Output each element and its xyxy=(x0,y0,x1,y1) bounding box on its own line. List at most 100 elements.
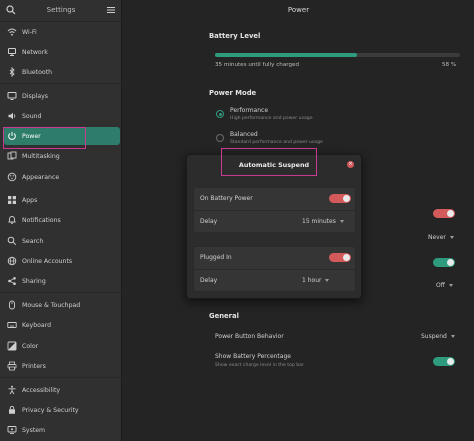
sidebar-item-sound[interactable]: Sound xyxy=(4,107,120,125)
off-value: Off xyxy=(436,282,445,289)
general-title: General xyxy=(209,312,239,320)
suspend-toggle-background[interactable] xyxy=(433,209,455,218)
sidebar-item-label: Network xyxy=(22,48,48,56)
battery-level-fill xyxy=(215,53,358,57)
sidebar-item-label: Sound xyxy=(22,112,42,120)
sidebar-item-privacy-security[interactable]: Privacy & Security xyxy=(4,401,120,419)
performance-subtitle: High performance and power usage xyxy=(230,116,313,121)
sidebar-item-mouse-touchpad[interactable]: Mouse & Touchpad xyxy=(4,296,120,314)
network-icon xyxy=(8,48,16,56)
plugged-in-toggle[interactable] xyxy=(329,253,351,262)
sidebar-item-label: Printers xyxy=(22,362,46,370)
never-dropdown[interactable]: Never xyxy=(428,234,454,241)
search-icon xyxy=(7,236,17,246)
sidebar-item-label: System xyxy=(22,426,46,434)
sidebar-item-color[interactable]: Color xyxy=(4,337,120,355)
battery-delay-label: Delay xyxy=(200,218,218,225)
sidebar-item-label: Accessibility xyxy=(22,386,61,394)
sidebar-item-search[interactable]: Search xyxy=(4,232,120,250)
sidebar-item-label: Bluetooth xyxy=(22,68,53,76)
sidebar-item-online-accounts[interactable]: Online Accounts xyxy=(4,252,120,270)
chevron-down-icon xyxy=(325,279,330,282)
printer-icon xyxy=(7,361,17,371)
card-divider xyxy=(194,210,355,211)
accessibility-icon xyxy=(8,385,16,395)
online-accounts-icon xyxy=(7,256,17,266)
dialog-title-highlight xyxy=(221,148,317,176)
notifications-icon xyxy=(8,216,16,225)
sidebar-item-bluetooth[interactable]: Bluetooth xyxy=(4,63,120,81)
sidebar-item-accessibility[interactable]: Accessibility xyxy=(4,381,120,399)
radio-selected-dot xyxy=(219,113,222,116)
battery-percent-text: 58 % xyxy=(442,62,457,68)
plugged-in-label: Plugged In xyxy=(200,254,232,261)
background-toggle-green[interactable] xyxy=(433,258,455,267)
sidebar-item-wifi[interactable]: Wi-Fi xyxy=(4,23,120,41)
sidebar-item-multitasking[interactable]: Multitasking xyxy=(4,147,120,165)
hamburger-menu-icon[interactable] xyxy=(106,5,116,15)
sidebar-item-label: Displays xyxy=(22,92,49,100)
color-icon xyxy=(7,341,17,351)
sidebar-item-label: Privacy & Security xyxy=(22,406,79,414)
plugged-in-card: Plugged In Delay 1 hour xyxy=(193,246,356,292)
sidebar-item-notifications[interactable]: Notifications xyxy=(4,211,120,229)
sidebar: Settings Wi-Fi Network Bluetooth Display… xyxy=(0,0,122,441)
plugged-delay-dropdown[interactable]: 1 hour xyxy=(302,277,330,284)
sidebar-item-appearance[interactable]: Appearance xyxy=(4,168,120,186)
sidebar-separator xyxy=(0,292,122,293)
sidebar-item-label: Online Accounts xyxy=(22,257,73,265)
chevron-down-icon xyxy=(339,220,344,223)
balanced-radio[interactable] xyxy=(216,134,224,142)
sidebar-item-label: Color xyxy=(22,342,39,350)
card-divider xyxy=(194,269,355,270)
sidebar-item-label: Multitasking xyxy=(22,152,60,160)
battery-delay-dropdown[interactable]: 15 minutes xyxy=(302,218,344,225)
balanced-subtitle: Standard performance and power usage xyxy=(230,140,323,145)
sidebar-item-sharing[interactable]: Sharing xyxy=(4,272,120,290)
plugged-delay-label: Delay xyxy=(200,277,218,284)
off-dropdown[interactable]: Off xyxy=(436,282,453,289)
sidebar-title: Settings xyxy=(46,6,76,14)
appearance-icon xyxy=(7,172,17,182)
sidebar-item-label: Appearance xyxy=(22,173,60,181)
sidebar-item-label: Mouse & Touchpad xyxy=(22,301,81,309)
power-button-value: Suspend xyxy=(421,333,447,340)
toggle-knob xyxy=(343,254,350,261)
sharing-icon xyxy=(8,277,16,285)
sidebar-item-label: Sharing xyxy=(22,277,46,285)
toggle-knob xyxy=(343,195,350,202)
on-battery-card: On Battery Power Delay 15 minutes xyxy=(193,187,356,233)
sidebar-item-displays[interactable]: Displays xyxy=(4,87,120,105)
display-icon xyxy=(7,92,17,100)
show-battery-percentage-toggle[interactable] xyxy=(433,357,455,366)
bluetooth-icon xyxy=(9,67,15,77)
close-icon[interactable]: × xyxy=(347,161,354,168)
system-icon xyxy=(7,426,17,435)
chevron-down-icon xyxy=(449,236,454,239)
never-value: Never xyxy=(428,234,446,241)
sidebar-item-system[interactable]: System xyxy=(4,421,120,439)
privacy-icon xyxy=(9,405,15,414)
sound-icon xyxy=(8,112,16,120)
sidebar-item-printers[interactable]: Printers xyxy=(4,357,120,375)
page-title: Power xyxy=(287,6,310,14)
wifi-icon xyxy=(7,28,17,36)
on-battery-toggle[interactable] xyxy=(329,194,351,203)
performance-radio[interactable] xyxy=(216,110,224,118)
sidebar-item-apps[interactable]: Apps xyxy=(4,191,120,209)
battery-status-text: 35 minutes until fully charged xyxy=(215,62,299,68)
battery-level-bar xyxy=(215,53,460,57)
balanced-label: Balanced xyxy=(230,131,258,138)
sidebar-separator xyxy=(0,377,122,378)
sidebar-item-label: Keyboard xyxy=(22,321,52,329)
power-button-dropdown[interactable]: Suspend xyxy=(421,333,455,340)
sidebar-item-network[interactable]: Network xyxy=(4,43,120,61)
keyboard-icon xyxy=(7,322,17,328)
plugged-delay-value: 1 hour xyxy=(302,277,322,284)
show-battery-percentage-label: Show Battery Percentage xyxy=(215,353,291,360)
sidebar-item-keyboard[interactable]: Keyboard xyxy=(4,316,120,334)
sidebar-header: Settings xyxy=(0,0,122,22)
power-item-highlight xyxy=(3,127,86,149)
chevron-down-icon xyxy=(450,335,455,338)
sidebar-separator xyxy=(0,83,122,84)
